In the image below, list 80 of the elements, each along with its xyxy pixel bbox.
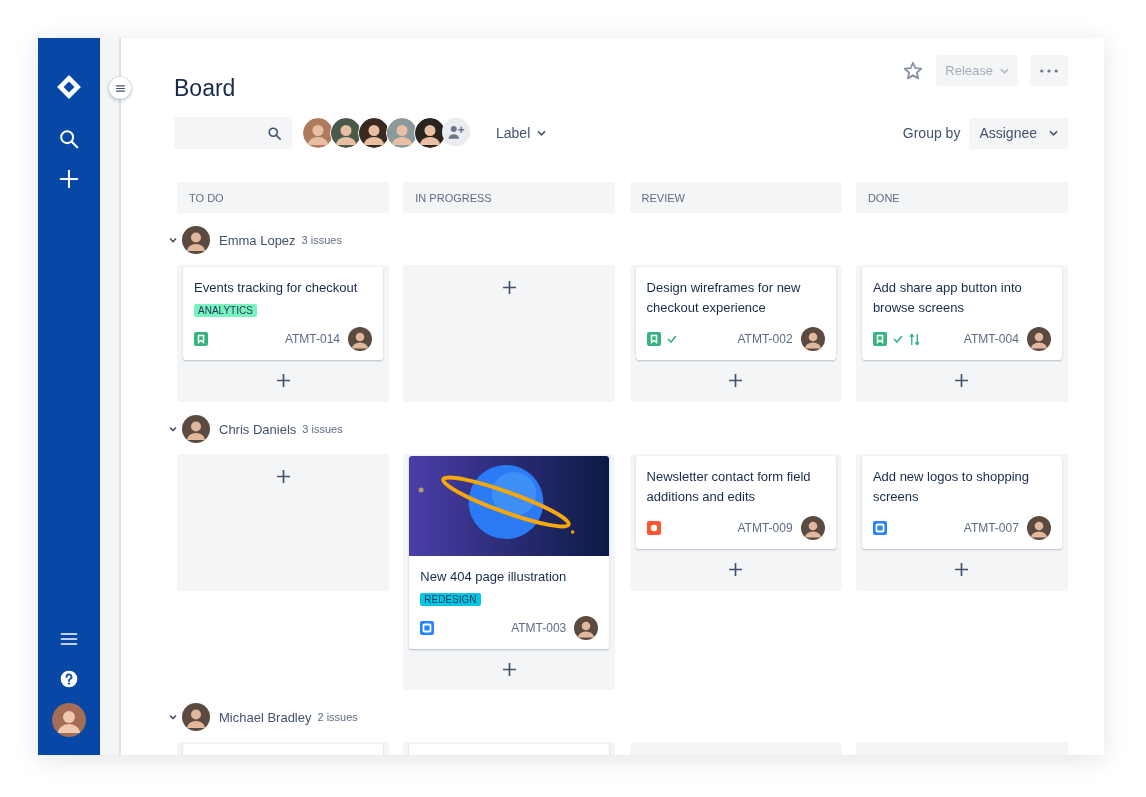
issue-count: 3 issues xyxy=(301,234,342,246)
plus-icon xyxy=(729,374,743,387)
issue-card[interactable]: Design wireframes for new checkout experience ATMT-002 xyxy=(635,267,836,360)
chevron-icon[interactable] xyxy=(168,712,178,722)
bookmark-icon xyxy=(194,332,208,346)
column-header: TO DO xyxy=(177,182,389,213)
page-title: Board xyxy=(174,75,236,101)
bookmark-icon xyxy=(872,332,887,346)
plus-icon xyxy=(502,663,516,676)
assignee-avatar xyxy=(182,226,210,254)
bookmark-icon xyxy=(646,332,661,346)
logo-icon[interactable] xyxy=(56,74,82,100)
plus-icon xyxy=(276,470,290,483)
create-icon[interactable] xyxy=(58,168,80,190)
user-avatar[interactable] xyxy=(358,117,390,149)
assignee-avatar xyxy=(182,703,210,731)
chevron-down-icon xyxy=(1049,130,1058,136)
issue-key: ATMT-007 xyxy=(963,521,1019,535)
assignee-avatar xyxy=(182,415,210,443)
user-avatar[interactable] xyxy=(330,117,362,149)
issue-key: ATMT-003 xyxy=(511,621,567,635)
chevron-icon[interactable] xyxy=(168,424,178,434)
assignee-avatar xyxy=(574,616,599,640)
assignee-name: Michael Bradley xyxy=(219,709,312,725)
bug-icon xyxy=(646,521,661,535)
search-field[interactable] xyxy=(174,117,292,149)
assignee-avatar xyxy=(1026,516,1051,540)
issue-key: ATMT-014 xyxy=(284,332,340,346)
card-title: Add share app button into browse screens xyxy=(872,279,1023,317)
search-icon xyxy=(267,125,282,141)
issue-card[interactable]: Add share app button into browse screens ATMT-004 xyxy=(861,267,1062,360)
assignee-avatar xyxy=(800,327,825,351)
issue-card[interactable]: Add new logos to shopping screens ATMT-007 xyxy=(861,456,1062,549)
column-header: DONE xyxy=(855,182,1068,213)
add-person-icon xyxy=(447,123,465,141)
plus-icon xyxy=(955,374,969,387)
column-header: IN PROGRESS xyxy=(403,182,616,213)
assignee-name: Chris Daniels xyxy=(219,421,297,437)
label-tag: REDESIGN xyxy=(420,593,481,606)
chevron-icon[interactable] xyxy=(168,235,178,245)
task-icon xyxy=(872,521,887,535)
issue-card[interactable]: Events tracking for checkout ANALYTICS ATMT-014 xyxy=(183,267,383,360)
column-header: REVIEW xyxy=(629,182,842,213)
chevron-down-icon xyxy=(1000,67,1009,74)
card-title: Events tracking for checkout xyxy=(194,279,359,297)
issue-card[interactable]: Newsletter contact form field additions and edits ATMT-009 xyxy=(635,456,836,549)
group-by-label: Group by xyxy=(902,125,961,141)
assignee-avatar xyxy=(800,516,825,540)
card-title: Newsletter contact form field additions and edits xyxy=(646,468,812,506)
plus-icon xyxy=(729,563,743,576)
search-icon[interactable] xyxy=(58,128,80,150)
label-tag: ANALYTICS xyxy=(194,304,257,317)
card-title: Add new logos to shopping screens xyxy=(872,468,1030,506)
assignee-avatar xyxy=(348,327,372,351)
chevron-down-icon xyxy=(537,130,547,136)
assignee-name: Emma Lopez xyxy=(219,232,296,248)
label-dropdown[interactable]: Label xyxy=(492,121,551,145)
group-by-dropdown[interactable]: Assignee xyxy=(969,117,1068,149)
user-avatar[interactable] xyxy=(386,117,418,149)
card-title: Design wireframes for new checkout experience xyxy=(646,279,802,317)
help-icon[interactable] xyxy=(59,669,79,689)
add-people-button[interactable] xyxy=(442,118,470,146)
task-icon xyxy=(420,621,435,635)
user-avatar[interactable] xyxy=(302,117,334,149)
more-icon xyxy=(1040,68,1058,73)
menu-icon xyxy=(115,84,125,92)
assignee-avatar xyxy=(1026,327,1051,351)
issue-count: 3 issues xyxy=(302,423,343,435)
issue-card[interactable]: New 404 page illustration REDESIGN ATMT-003 xyxy=(409,456,610,649)
card-title: New 404 page illustration xyxy=(420,568,568,586)
sidebar-toggle-button[interactable] xyxy=(109,77,131,99)
star-icon[interactable] xyxy=(902,59,925,82)
issue-key: ATMT-004 xyxy=(963,332,1019,346)
plus-icon xyxy=(502,281,516,294)
issue-key: ATMT-009 xyxy=(737,521,793,535)
user-avatar[interactable] xyxy=(414,117,446,149)
issue-count: 2 issues xyxy=(317,711,358,723)
plus-icon xyxy=(276,374,290,387)
plus-icon xyxy=(955,563,969,576)
issue-key: ATMT-002 xyxy=(737,332,793,346)
